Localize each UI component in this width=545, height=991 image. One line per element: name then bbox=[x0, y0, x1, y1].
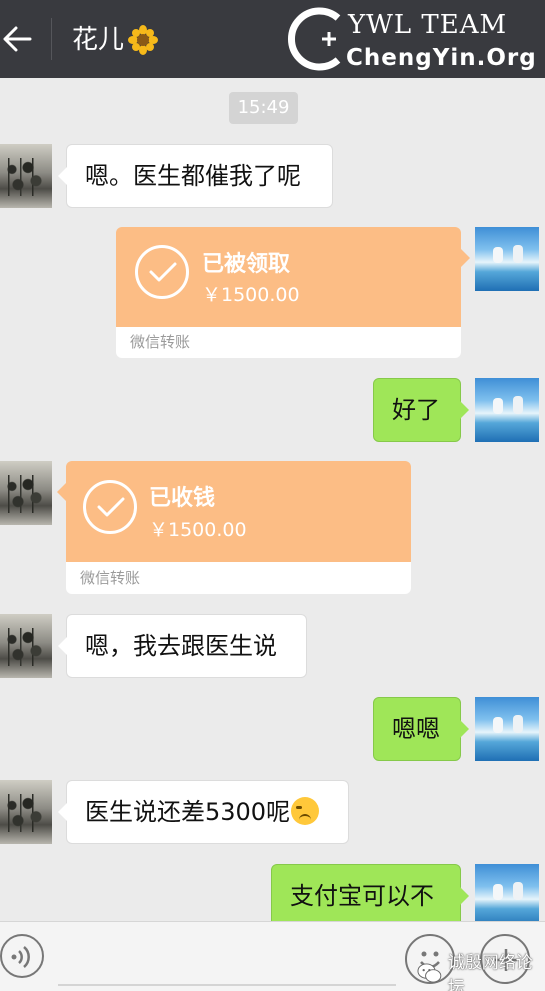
wechat-icon bbox=[417, 963, 442, 983]
my-avatar[interactable] bbox=[475, 227, 539, 291]
check-icon bbox=[83, 480, 137, 534]
watermark-c-logo bbox=[287, 7, 341, 71]
message-text: 嗯。医生都催我了呢 bbox=[85, 162, 301, 190]
transfer-status: 已收钱 bbox=[149, 486, 216, 511]
transfer-footer: 微信转账 bbox=[66, 562, 411, 594]
message-bubble[interactable]: 嗯嗯 bbox=[373, 697, 469, 761]
transfer-footer: 微信转账 bbox=[116, 327, 461, 358]
message-bubble[interactable]: 好了 bbox=[373, 378, 469, 442]
footer-watermark: 诚殷网络论坛 bbox=[417, 948, 545, 991]
message-bubble[interactable]: 嗯。医生都催我了呢 bbox=[58, 144, 333, 208]
voice-button[interactable] bbox=[0, 934, 44, 978]
message-input[interactable] bbox=[58, 984, 396, 986]
message-bubble[interactable]: 医生说还差5300呢 bbox=[58, 780, 349, 844]
contact-avatar[interactable] bbox=[0, 461, 52, 525]
message-text: 嗯，我去跟医生说 bbox=[85, 632, 277, 660]
contact-avatar[interactable] bbox=[0, 780, 52, 844]
message-text: 支付宝可以不 bbox=[290, 882, 434, 910]
chat-title: 花儿 bbox=[72, 22, 159, 58]
message-bubble[interactable]: 嗯，我去跟医生说 bbox=[58, 614, 307, 678]
message-text: 医生说还差5300呢 bbox=[85, 798, 291, 826]
transfer-card[interactable]: 已被领取 ￥1500.00 微信转账 bbox=[116, 227, 470, 358]
transfer-card[interactable]: 已收钱 ￥1500.00 微信转账 bbox=[57, 461, 411, 594]
watermark-line1: YWL TEAM bbox=[348, 10, 508, 40]
message-bubble[interactable]: 支付宝可以不 bbox=[271, 864, 469, 928]
header-divider bbox=[51, 18, 52, 60]
my-avatar[interactable] bbox=[475, 697, 539, 761]
message-text: 嗯嗯 bbox=[392, 715, 440, 743]
my-avatar[interactable] bbox=[475, 378, 539, 442]
voice-icon bbox=[11, 946, 30, 968]
watermark-line2: ChengYin.Org bbox=[346, 45, 537, 71]
check-icon bbox=[135, 245, 189, 299]
back-button[interactable] bbox=[0, 18, 34, 60]
transfer-card-top: 已被领取 ￥1500.00 bbox=[116, 227, 470, 327]
my-avatar[interactable] bbox=[475, 864, 539, 928]
watermark-logo: YWL TEAM ChengYin.Org bbox=[286, 6, 536, 74]
transfer-amount: ￥1500.00 bbox=[202, 284, 300, 306]
flower-icon bbox=[128, 25, 159, 55]
transfer-card-top: 已收钱 ￥1500.00 bbox=[57, 461, 411, 562]
footer-watermark-text: 诚殷网络论坛 bbox=[447, 953, 533, 991]
message-text: 好了 bbox=[392, 396, 440, 424]
angry-emoji-icon bbox=[291, 797, 320, 825]
contact-avatar[interactable] bbox=[0, 144, 52, 208]
transfer-amount: ￥1500.00 bbox=[149, 519, 247, 541]
chat-header: 花儿 YWL TEAM ChengYin.Org bbox=[0, 0, 545, 78]
contact-name: 花儿 bbox=[72, 25, 125, 55]
back-arrow-icon bbox=[3, 26, 32, 52]
timestamp: 15:49 bbox=[229, 92, 298, 124]
contact-avatar[interactable] bbox=[0, 614, 52, 678]
transfer-status: 已被领取 bbox=[202, 252, 291, 277]
